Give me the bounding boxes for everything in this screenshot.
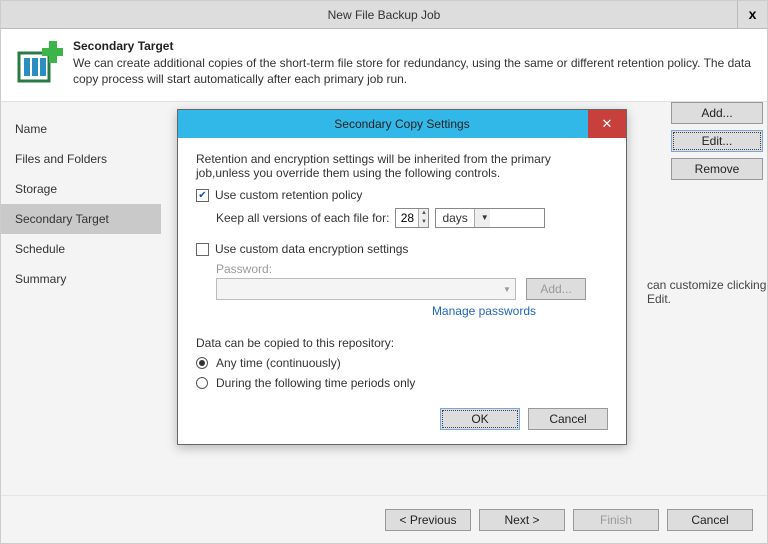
window-close-button[interactable]: x (737, 1, 767, 28)
step-name[interactable]: Name (1, 114, 161, 144)
window-title: New File Backup Job (1, 1, 767, 29)
secondary-copy-settings-dialog: Secondary Copy Settings ✕ Retention and … (177, 109, 627, 445)
retention-value-input[interactable] (396, 209, 418, 227)
cancel-button[interactable]: Cancel (667, 509, 753, 531)
secondary-target-icon (15, 39, 63, 87)
schedule-anytime-label: Any time (continuously) (216, 356, 341, 370)
use-custom-encryption-row[interactable]: Use custom data encryption settings (196, 242, 608, 256)
copy-schedule-header: Data can be copied to this repository: (196, 336, 608, 350)
password-combo: ▼ (216, 278, 516, 300)
hint-text-fragment: can customize clicking Edit. (647, 278, 767, 306)
header-description: We can create additional copies of the s… (73, 55, 753, 87)
schedule-periods-row[interactable]: During the following time periods only (196, 376, 608, 390)
wizard-window: New File Backup Job x Secondary Target W… (0, 0, 768, 544)
retention-unit-combo[interactable]: days ▼ (435, 208, 545, 228)
finish-button: Finish (573, 509, 659, 531)
dialog-body: Retention and encryption settings will b… (178, 138, 626, 402)
use-custom-encryption-checkbox[interactable] (196, 243, 209, 256)
step-secondary-target[interactable]: Secondary Target (1, 204, 161, 234)
dialog-title: Secondary Copy Settings (334, 117, 469, 131)
dialog-cancel-button[interactable]: Cancel (528, 408, 608, 430)
step-files-and-folders[interactable]: Files and Folders (1, 144, 161, 174)
manage-passwords-link[interactable]: Manage passwords (196, 304, 536, 318)
previous-button[interactable]: < Previous (385, 509, 471, 531)
schedule-periods-radio[interactable] (196, 377, 208, 389)
retention-unit-value: days (436, 211, 473, 225)
titlebar: New File Backup Job x (1, 1, 767, 29)
add-password-button: Add... (526, 278, 586, 300)
step-storage[interactable]: Storage (1, 174, 161, 204)
list-action-buttons: Add... Edit... Remove (671, 102, 767, 186)
encryption-password-section: Password: ▼ Add... (216, 262, 608, 300)
dialog-titlebar: Secondary Copy Settings ✕ (178, 110, 626, 138)
use-custom-retention-row[interactable]: ✔ Use custom retention policy (196, 188, 608, 202)
schedule-anytime-row[interactable]: Any time (continuously) (196, 356, 608, 370)
next-button[interactable]: Next > (479, 509, 565, 531)
retention-value-row: Keep all versions of each file for: ▲▼ d… (216, 208, 608, 228)
edit-button[interactable]: Edit... (671, 130, 763, 152)
dialog-intro: Retention and encryption settings will b… (196, 152, 608, 180)
retention-spinner[interactable]: ▲▼ (395, 208, 429, 228)
keep-versions-label: Keep all versions of each file for: (216, 211, 389, 225)
wizard-steps: Name Files and Folders Storage Secondary… (1, 102, 161, 495)
use-custom-encryption-label: Use custom data encryption settings (215, 242, 408, 256)
header-text: Secondary Target We can create additiona… (73, 39, 753, 87)
header-title: Secondary Target (73, 39, 753, 53)
add-button[interactable]: Add... (671, 102, 763, 124)
spinner-arrows[interactable]: ▲▼ (418, 209, 428, 227)
step-summary[interactable]: Summary (1, 264, 161, 294)
chevron-down-icon: ▼ (499, 285, 515, 294)
use-custom-retention-checkbox[interactable]: ✔ (196, 189, 209, 202)
wizard-footer: < Previous Next > Finish Cancel (1, 495, 767, 543)
remove-button[interactable]: Remove (671, 158, 763, 180)
dialog-footer: OK Cancel (178, 402, 626, 444)
wizard-header: Secondary Target We can create additiona… (1, 29, 767, 95)
ok-button[interactable]: OK (440, 408, 520, 430)
step-schedule[interactable]: Schedule (1, 234, 161, 264)
chevron-down-icon: ▼ (474, 209, 490, 227)
dialog-close-button[interactable]: ✕ (588, 110, 626, 138)
use-custom-retention-label: Use custom retention policy (215, 188, 362, 202)
password-label: Password: (216, 262, 272, 276)
schedule-periods-label: During the following time periods only (216, 376, 415, 390)
schedule-anytime-radio[interactable] (196, 357, 208, 369)
